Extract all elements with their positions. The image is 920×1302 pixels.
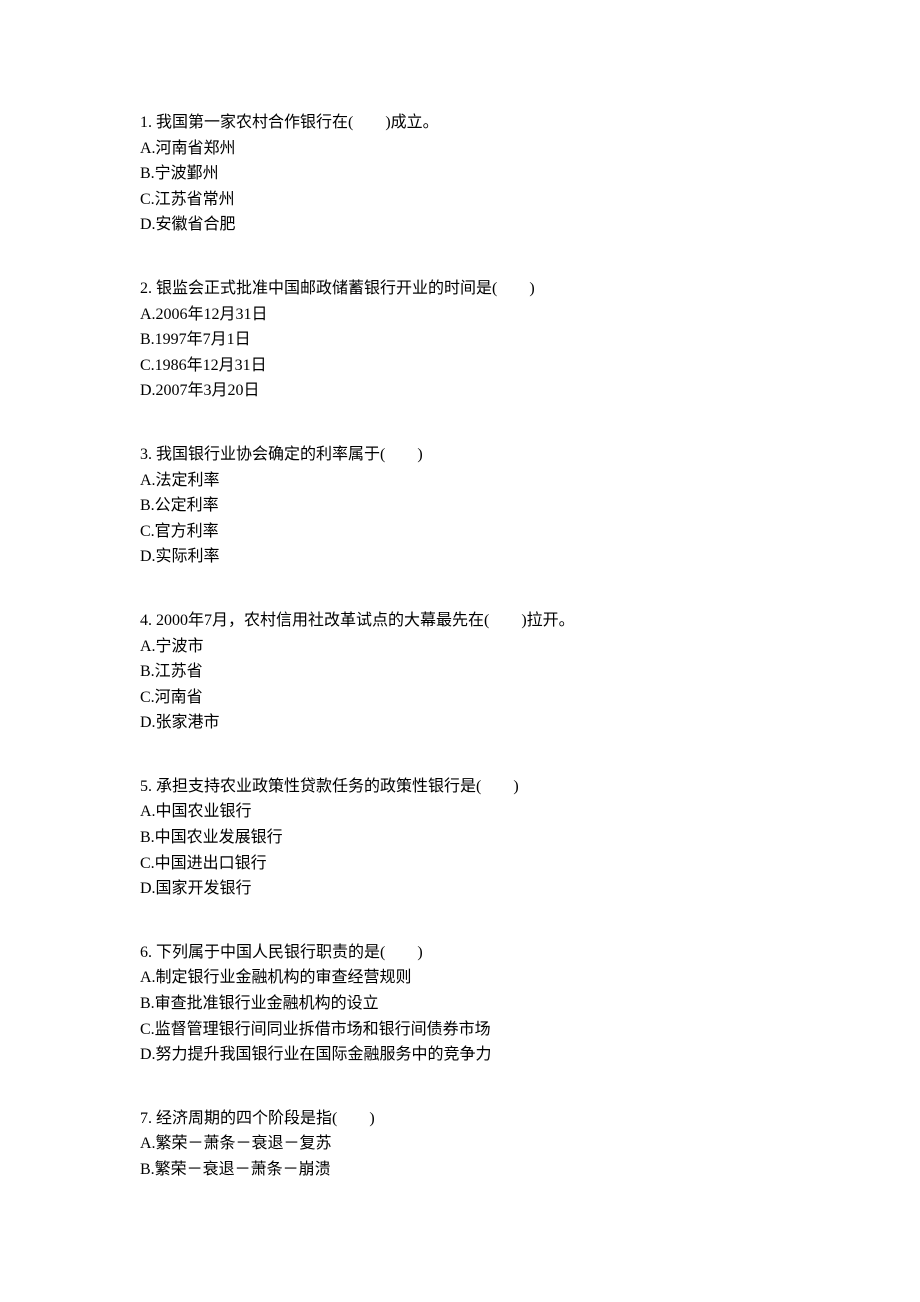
- question-text: 1. 我国第一家农村合作银行在( )成立。: [140, 110, 780, 136]
- question-text: 5. 承担支持农业政策性贷款任务的政策性银行是( ): [140, 774, 780, 800]
- question-option: D.安徽省合肥: [140, 212, 780, 238]
- question-option: A.宁波市: [140, 634, 780, 660]
- question-text: 2. 银监会正式批准中国邮政储蓄银行开业的时间是( ): [140, 276, 780, 302]
- question-block: 1. 我国第一家农村合作银行在( )成立。A.河南省郑州B.宁波鄞州C.江苏省常…: [140, 110, 780, 238]
- question-option: A.繁荣－萧条－衰退－复苏: [140, 1131, 780, 1157]
- question-option: B.1997年7月1日: [140, 327, 780, 353]
- question-option: A.中国农业银行: [140, 799, 780, 825]
- question-option: D.努力提升我国银行业在国际金融服务中的竞争力: [140, 1042, 780, 1068]
- question-block: 6. 下列属于中国人民银行职责的是( )A.制定银行业金融机构的审查经营规则B.…: [140, 940, 780, 1068]
- question-text: 6. 下列属于中国人民银行职责的是( ): [140, 940, 780, 966]
- question-option: C.1986年12月31日: [140, 353, 780, 379]
- question-block: 7. 经济周期的四个阶段是指( )A.繁荣－萧条－衰退－复苏B.繁荣－衰退－萧条…: [140, 1106, 780, 1183]
- question-block: 4. 2000年7月，农村信用社改革试点的大幕最先在( )拉开。A.宁波市B.江…: [140, 608, 780, 736]
- question-option: D.实际利率: [140, 544, 780, 570]
- question-text: 4. 2000年7月，农村信用社改革试点的大幕最先在( )拉开。: [140, 608, 780, 634]
- question-option: D.张家港市: [140, 710, 780, 736]
- question-option: A.法定利率: [140, 468, 780, 494]
- question-text: 7. 经济周期的四个阶段是指( ): [140, 1106, 780, 1132]
- question-block: 2. 银监会正式批准中国邮政储蓄银行开业的时间是( )A.2006年12月31日…: [140, 276, 780, 404]
- question-option: C.官方利率: [140, 519, 780, 545]
- question-option: D.2007年3月20日: [140, 378, 780, 404]
- question-option: B.宁波鄞州: [140, 161, 780, 187]
- question-option: B.中国农业发展银行: [140, 825, 780, 851]
- question-option: B.公定利率: [140, 493, 780, 519]
- question-option: A.河南省郑州: [140, 136, 780, 162]
- question-option: B.繁荣－衰退－萧条－崩溃: [140, 1157, 780, 1183]
- question-option: B.审查批准银行业金融机构的设立: [140, 991, 780, 1017]
- question-option: C.江苏省常州: [140, 187, 780, 213]
- question-text: 3. 我国银行业协会确定的利率属于( ): [140, 442, 780, 468]
- question-block: 5. 承担支持农业政策性贷款任务的政策性银行是( )A.中国农业银行B.中国农业…: [140, 774, 780, 902]
- question-option: C.河南省: [140, 685, 780, 711]
- question-option: D.国家开发银行: [140, 876, 780, 902]
- question-block: 3. 我国银行业协会确定的利率属于( )A.法定利率B.公定利率C.官方利率D.…: [140, 442, 780, 570]
- question-option: A.制定银行业金融机构的审查经营规则: [140, 965, 780, 991]
- question-option: C.中国进出口银行: [140, 851, 780, 877]
- question-option: C.监督管理银行间同业拆借市场和银行间债券市场: [140, 1017, 780, 1043]
- question-option: B.江苏省: [140, 659, 780, 685]
- question-option: A.2006年12月31日: [140, 302, 780, 328]
